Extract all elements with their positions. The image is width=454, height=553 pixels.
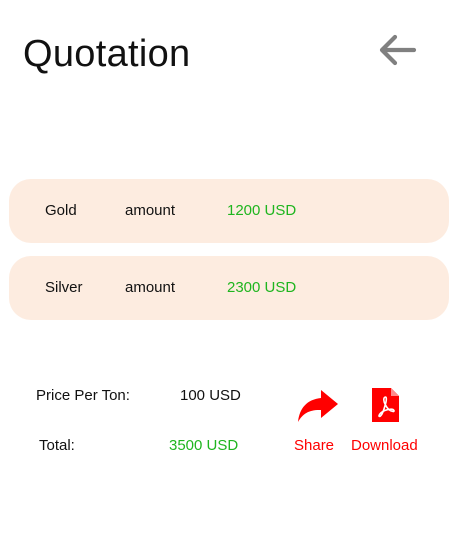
amount-label: amount — [125, 202, 176, 219]
price-per-ton-value: 100 USD — [180, 387, 241, 404]
share-label[interactable]: Share — [294, 436, 334, 456]
pdf-icon[interactable] — [372, 388, 399, 422]
amount-label: amount — [125, 279, 176, 296]
price-per-ton-label: Price Per Ton: — [36, 387, 130, 404]
amount-value: 1200 USD — [227, 202, 297, 219]
share-icon[interactable] — [297, 389, 339, 423]
item-card-gold: Gold amount 1200 USD — [9, 179, 449, 243]
metal-name: Silver — [45, 279, 83, 296]
back-button[interactable] — [375, 32, 419, 68]
amount-value: 2300 USD — [227, 279, 297, 296]
arrow-left-icon — [379, 34, 417, 66]
download-label[interactable]: Download — [351, 436, 418, 456]
item-card-silver: Silver amount 2300 USD — [9, 256, 449, 320]
page-title: Quotation — [23, 33, 191, 75]
metal-name: Gold — [45, 202, 77, 219]
total-value: 3500 USD — [169, 437, 239, 454]
total-label: Total: — [39, 437, 75, 454]
